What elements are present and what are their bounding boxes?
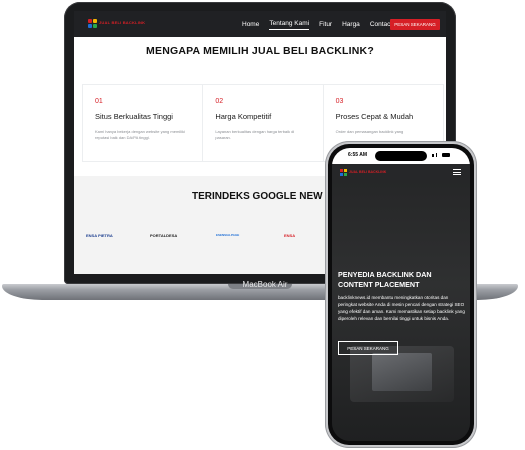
card-text: Order dan pemasangan backlink yang (335, 129, 404, 134)
order-now-button[interactable]: PESAN SEKARANG (390, 19, 440, 30)
phone-status-bar: 6:55 AM (332, 148, 470, 164)
signal-icon (432, 153, 450, 157)
logo-text[interactable]: JUAL BELI BACKLINK (349, 170, 386, 174)
card-number: 01 (95, 98, 103, 105)
hamburger-menu-icon[interactable] (453, 169, 461, 177)
logo-text[interactable]: JUAL BELI BACKLINK (99, 20, 145, 25)
hero-text: backlinknews.id membantu meningkatkan ot… (338, 295, 465, 321)
site-navbar: JUAL BELI BACKLINK Home Tentang Kami Fit… (74, 11, 446, 37)
nav-link-contact[interactable]: Contact (370, 19, 392, 30)
card-title: Proses Cepat & Mudah (335, 112, 414, 121)
hero-order-button[interactable]: PESAN SEKARANG (338, 341, 398, 355)
battery-icon (442, 153, 450, 157)
partner-logo: ENSA (284, 233, 296, 238)
card-number: 02 (215, 98, 224, 105)
hero-title: PENYEDIA BACKLINK DAN CONTENT PLACEMENT (338, 270, 432, 289)
card-title: Situs Berkualitas Tinggi (95, 112, 173, 121)
card-text: Kami hanya bekerja dengan website yang m… (95, 129, 185, 140)
logo-icon[interactable] (88, 19, 97, 28)
laptop-model-label: MacBook Air (242, 280, 288, 289)
partner-logo: ESENSIALPAGE (216, 233, 240, 237)
dynamic-island (375, 151, 427, 161)
partner-logo: PORTALDESA (150, 233, 178, 238)
nav-links: Home Tentang Kami Fitur Harga Contact (242, 11, 402, 37)
phone-screen: 6:55 AM JUAL BELI BACKLINK PENYEDIA BACK… (332, 148, 470, 441)
feature-card: 02 Harga Kompetitif Layanan berkualitas … (203, 85, 324, 161)
why-section-heading: MENGAPA MEMILIH JUAL BELI BACKLINK? (146, 45, 374, 57)
phone-site-header: JUAL BELI BACKLINK (332, 164, 470, 180)
nav-link-home[interactable]: Home (242, 19, 259, 30)
feature-card: 01 Situs Berkualitas Tinggi Kami hanya b… (83, 85, 204, 161)
indexed-heading: TERINDEKS GOOGLE NEW (192, 191, 323, 202)
card-text: Layanan berkualitas dengan harga terbaik… (215, 129, 295, 140)
card-number: 03 (335, 98, 344, 105)
status-time: 6:55 AM (348, 152, 367, 158)
partner-logo: ENSA PIETRA (86, 233, 113, 238)
logo-icon[interactable] (340, 169, 347, 176)
nav-link-harga[interactable]: Harga (342, 19, 360, 30)
hero-background-screen (372, 353, 432, 391)
nav-link-fitur[interactable]: Fitur (319, 19, 332, 30)
card-title: Harga Kompetitif (215, 112, 272, 121)
nav-link-tentang-kami[interactable]: Tentang Kami (269, 18, 310, 30)
